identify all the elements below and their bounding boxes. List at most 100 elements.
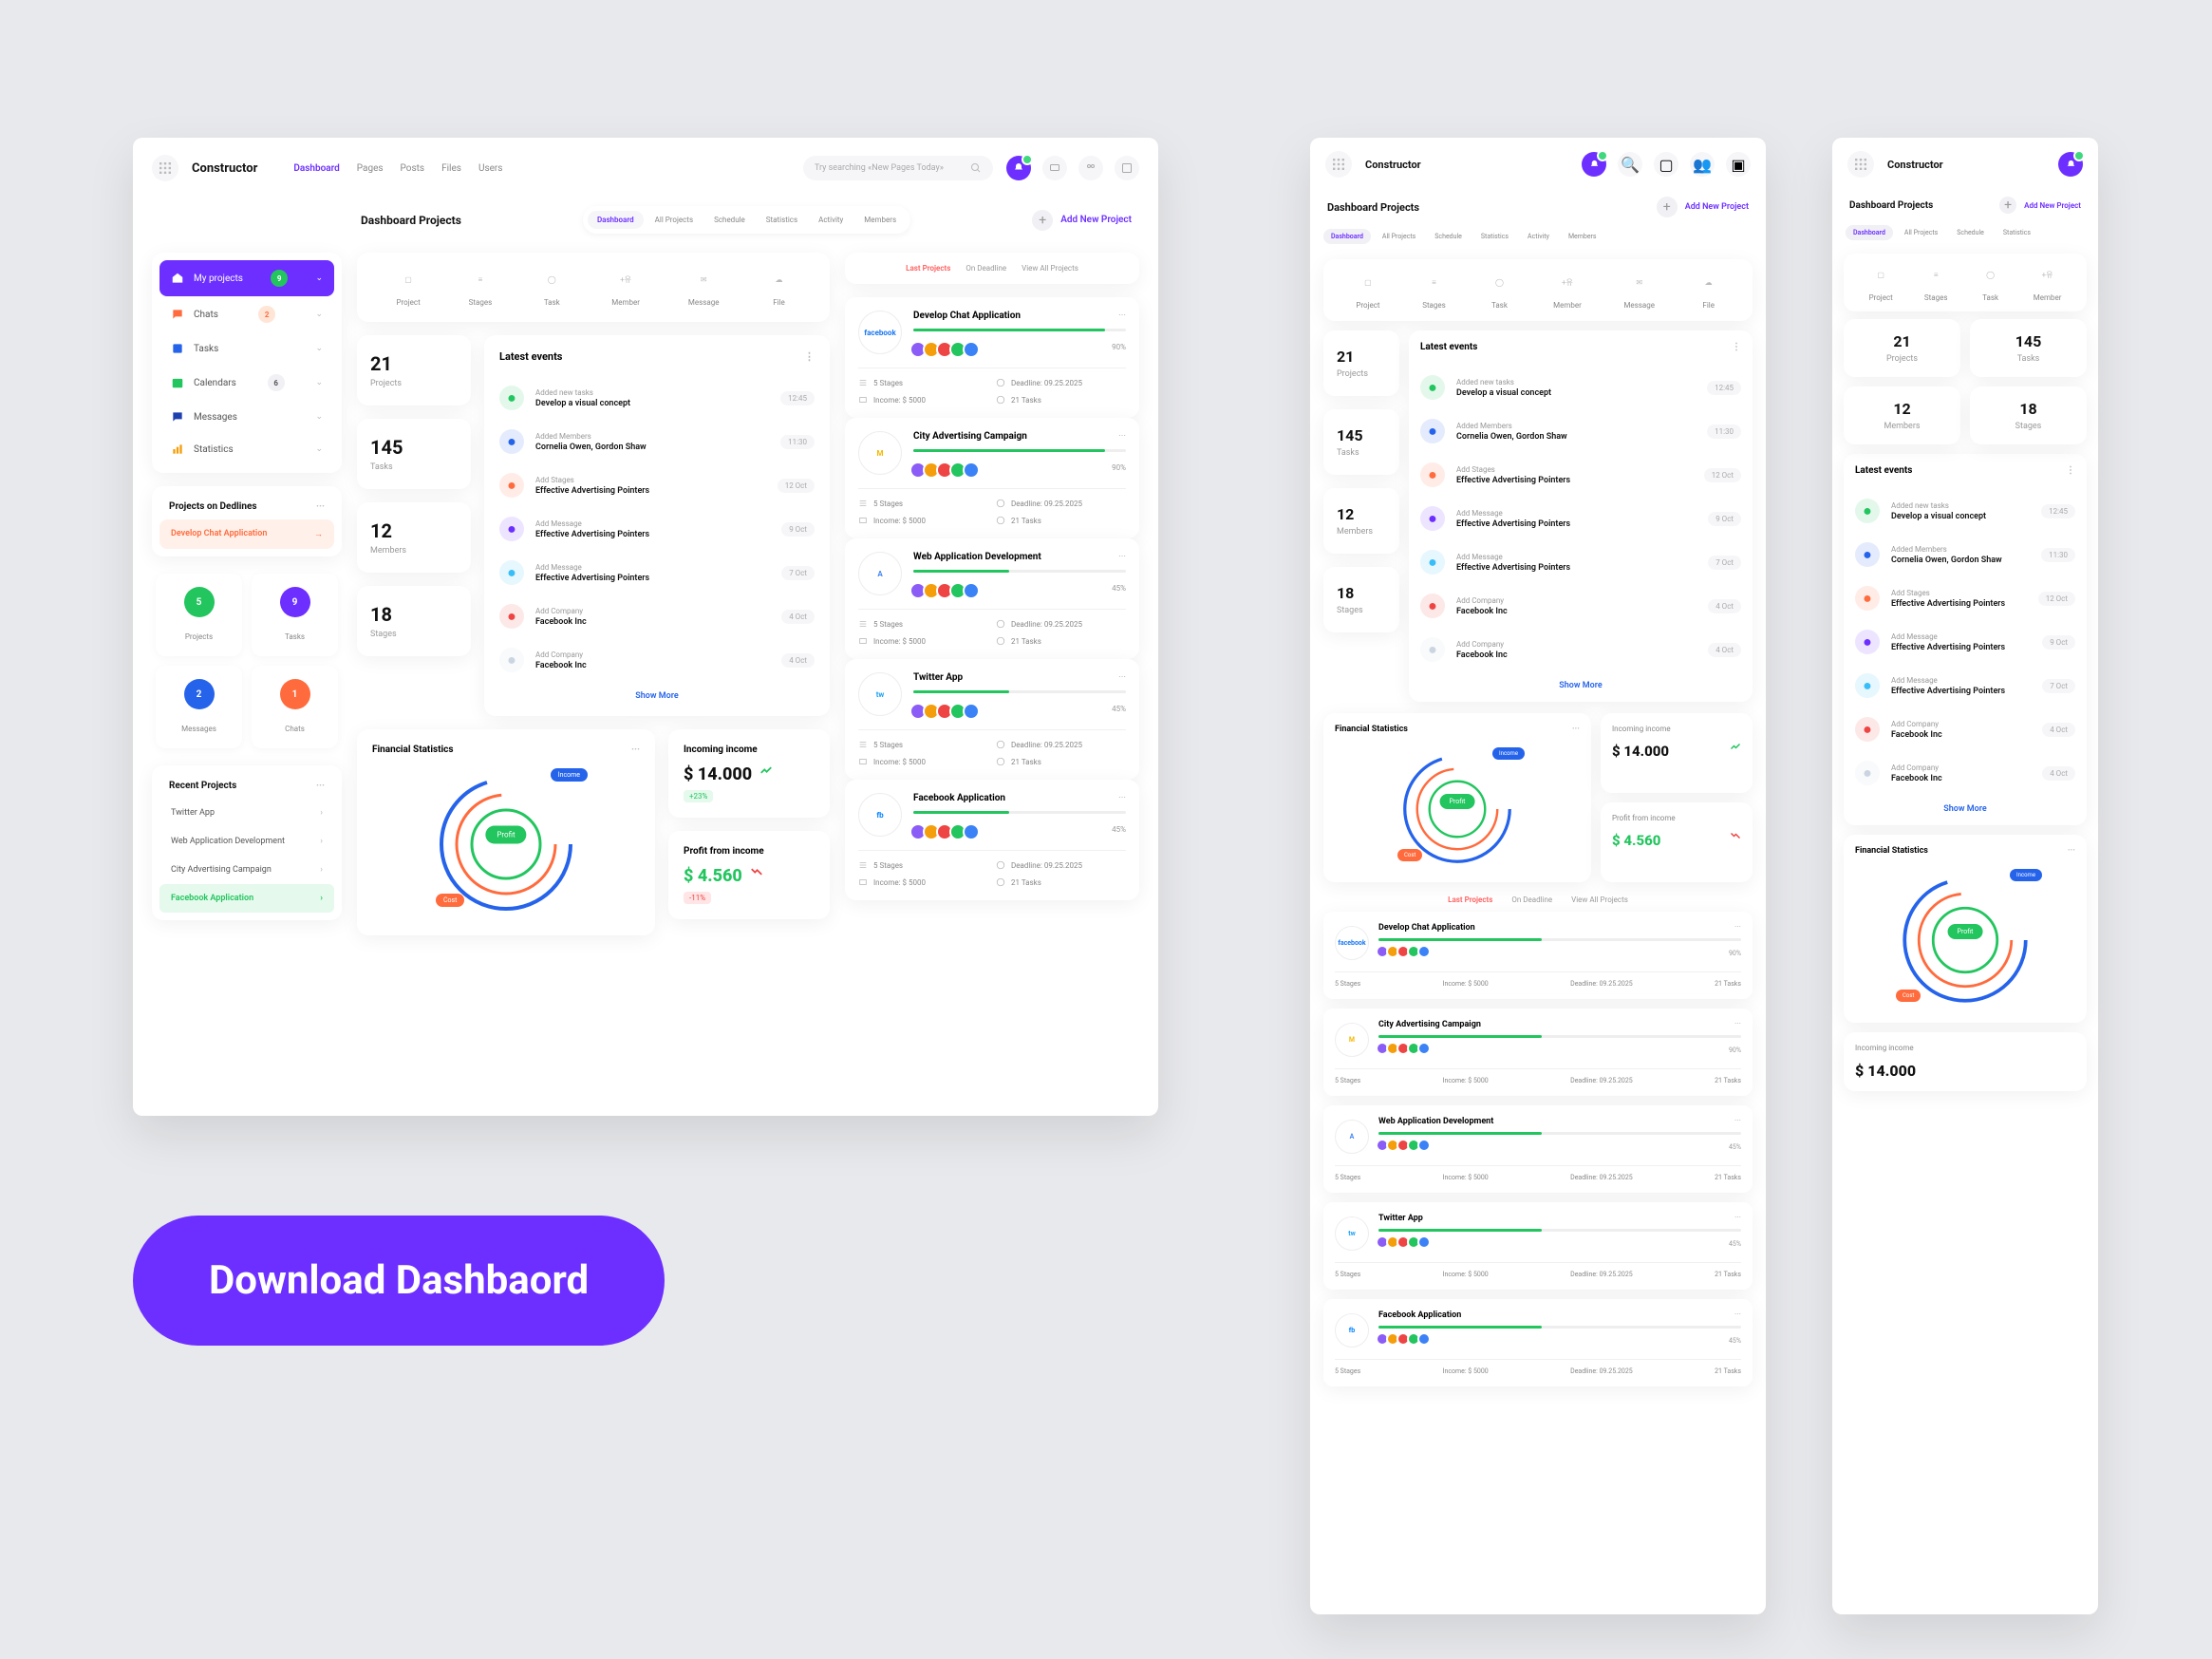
recent-item[interactable]: Web Application Development› (159, 827, 334, 856)
tool-task[interactable]: ◯Task (540, 268, 563, 307)
nav-pages[interactable]: Pages (357, 163, 384, 174)
event-row[interactable]: ● Add MessageEffective Advertising Point… (1855, 664, 2075, 707)
event-row[interactable]: ● Add CompanyFacebook Inc 4 Oct (499, 638, 815, 682)
toolbar: ▢Project ≡Stages ◯Task +유Member ✉Message… (357, 253, 830, 322)
show-more-button[interactable]: Show More (499, 682, 815, 701)
nav-dashboard[interactable]: Dashboard (293, 163, 339, 174)
event-row[interactable]: ● Added new tasksDevelop a visual concep… (1855, 489, 2075, 533)
tool-file[interactable]: ☁File (767, 268, 790, 307)
box-messages[interactable]: 2Messages (156, 666, 242, 748)
bell-icon[interactable] (2058, 152, 2083, 177)
event-row[interactable]: ● Add CompanyFacebook Inc 4 Oct (1855, 707, 2075, 751)
top-nav: Dashboard Pages Posts Files Users (293, 163, 502, 174)
event-row[interactable]: ● Added new tasksDevelop a visual concep… (1420, 366, 1741, 409)
event-icon: ● (1420, 375, 1445, 400)
project-card[interactable]: fb Facebook Application··· .projbar::aft… (1323, 1299, 1753, 1386)
tab-statistics[interactable]: Statistics (757, 211, 807, 229)
download-dashboard-button[interactable]: Download Dashbaord (133, 1216, 665, 1346)
chat-icon[interactable]: ▢ (1654, 152, 1678, 177)
donut-chart: Income Profit Cost (430, 768, 582, 920)
tab-all-projects[interactable]: All Projects (646, 211, 703, 229)
recent-item-active[interactable]: Facebook Application› (159, 884, 334, 913)
event-icon: ● (499, 473, 524, 498)
project-card[interactable]: fb Facebook Application··· .projbar[styl… (845, 780, 1139, 900)
nav-files[interactable]: Files (441, 163, 461, 174)
tool-member[interactable]: +유Member (611, 268, 640, 307)
sidebar-tasks[interactable]: Tasks⌄ (159, 332, 334, 365)
event-row[interactable]: ● Add MessageEffective Advertising Point… (1420, 497, 1741, 540)
project-card[interactable]: facebook Develop Chat Application··· .pr… (1323, 912, 1753, 999)
chat-icon[interactable] (1042, 156, 1067, 180)
tab-last-projects[interactable]: Last Projects (906, 264, 950, 273)
event-row[interactable]: ● Add MessageEffective Advertising Point… (499, 551, 815, 594)
search-input[interactable]: Try searching «New Pages Today» (803, 156, 993, 180)
project-card[interactable]: tw Twitter App··· .projbar[style*='45%']… (845, 659, 1139, 780)
deadline-item[interactable]: Develop Chat Application→ (159, 519, 334, 549)
nav-posts[interactable]: Posts (401, 163, 425, 174)
event-row[interactable]: ● Added new tasksDevelop a visual concep… (499, 376, 815, 420)
tool-project[interactable]: ▢Project (396, 268, 420, 307)
tab-view-all[interactable]: View All Projects (1022, 264, 1078, 273)
box-projects[interactable]: 5Projects (156, 574, 242, 656)
event-row[interactable]: ● Add MessageEffective Advertising Point… (1420, 540, 1741, 584)
box-tasks[interactable]: 9Tasks (252, 574, 338, 656)
sidebar-my-projects[interactable]: My projects 9 ⌄ (159, 260, 334, 296)
event-row[interactable]: ● Added MembersCornelia Owen, Gordon Sha… (1420, 409, 1741, 453)
tab-dashboard[interactable]: Dashboard (588, 211, 644, 229)
add-new-label: Add New Project (1060, 215, 1132, 225)
bell-icon[interactable] (1582, 152, 1606, 177)
home-icon (171, 272, 184, 285)
recent-item[interactable]: Twitter App› (159, 799, 334, 827)
event-row[interactable]: ● Added MembersCornelia Owen, Gordon Sha… (499, 420, 815, 463)
image-icon[interactable] (1115, 156, 1139, 180)
sidebar-calendars[interactable]: Calendars 6 ⌄ (159, 365, 334, 401)
event-row[interactable]: ● Add CompanyFacebook Inc 4 Oct (1855, 751, 2075, 795)
apps-icon[interactable] (1325, 151, 1352, 178)
recent-item[interactable]: City Advertising Campaign› (159, 856, 334, 884)
event-icon: ● (499, 560, 524, 585)
tool-message[interactable]: ✉Message (688, 268, 720, 307)
nav-users[interactable]: Users (478, 163, 503, 174)
apps-icon[interactable] (1847, 151, 1874, 178)
tool-stages[interactable]: ≡Stages (469, 268, 493, 307)
users-icon[interactable] (1078, 156, 1103, 180)
event-row[interactable]: ● Add CompanyFacebook Inc 4 Oct (499, 594, 815, 638)
sidebar-messages[interactable]: Messages⌄ (159, 401, 334, 433)
tab-on-deadline[interactable]: On Deadline (965, 264, 1006, 273)
sidebar-statistics[interactable]: Statistics⌄ (159, 433, 334, 465)
stat-tasks: 145Tasks (357, 419, 471, 489)
event-row[interactable]: ● Add CompanyFacebook Inc 4 Oct (1420, 628, 1741, 671)
tab-members[interactable]: Members (854, 211, 906, 229)
project-card[interactable]: A Web Application Development··· .projba… (845, 538, 1139, 659)
event-row[interactable]: ● Add CompanyFacebook Inc 4 Oct (1420, 584, 1741, 628)
chat-icon (171, 308, 184, 321)
users-icon[interactable]: 👥 (1690, 152, 1715, 177)
image-icon[interactable]: ▣ (1726, 152, 1751, 177)
project-card[interactable]: facebook Develop Chat Application··· .pr… (845, 297, 1139, 418)
event-icon: ● (1855, 630, 1880, 654)
search-icon[interactable]: 🔍 (1618, 152, 1642, 177)
box-chats[interactable]: 1Chats (252, 666, 338, 748)
project-card[interactable]: A Web Application Development··· .projba… (1323, 1105, 1753, 1193)
event-icon: ● (1420, 637, 1445, 662)
section-tabs: Dashboard All Projects Schedule Statisti… (583, 206, 910, 234)
project-card[interactable]: M City Advertising Campaign··· .projbar[… (845, 418, 1139, 538)
apps-icon[interactable] (152, 155, 178, 181)
tab-activity[interactable]: Activity (809, 211, 853, 229)
event-row[interactable]: ● Add StagesEffective Advertising Pointe… (1855, 576, 2075, 620)
event-row[interactable]: ● Added MembersCornelia Owen, Gordon Sha… (1855, 533, 2075, 576)
latest-events: Latest events⋮ ● Added new tasksDevelop … (484, 335, 830, 716)
section-title: Dashboard Projects (361, 214, 461, 227)
event-row[interactable]: ● Add MessageEffective Advertising Point… (1855, 620, 2075, 664)
add-new-project-button[interactable]: + Add New Project (1032, 210, 1132, 231)
add-new-project-button[interactable]: +Add New Project (1657, 197, 1749, 217)
event-row[interactable]: ● Add MessageEffective Advertising Point… (499, 507, 815, 551)
event-row[interactable]: ● Add StagesEffective Advertising Pointe… (1420, 453, 1741, 497)
event-row[interactable]: ● Add StagesEffective Advertising Pointe… (499, 463, 815, 507)
sidebar-chats[interactable]: Chats 2 ⌄ (159, 296, 334, 332)
bell-icon[interactable] (1006, 156, 1031, 180)
project-card[interactable]: M City Advertising Campaign··· .projbar:… (1323, 1009, 1753, 1096)
project-card[interactable]: tw Twitter App··· .projbar::after{width:… (1323, 1202, 1753, 1290)
more-icon[interactable]: ⋮ (804, 350, 815, 363)
tab-schedule[interactable]: Schedule (704, 211, 755, 229)
